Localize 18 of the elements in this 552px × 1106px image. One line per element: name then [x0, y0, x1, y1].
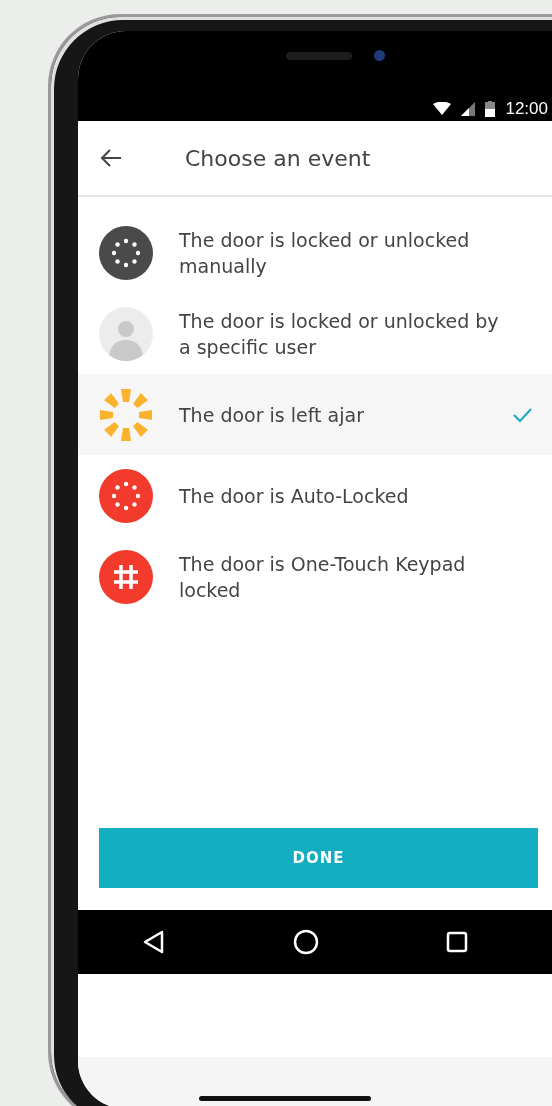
- speaker-grille: [286, 52, 352, 60]
- battery-icon: [485, 100, 496, 117]
- camera-lens: [374, 50, 385, 61]
- event-option[interactable]: The door is locked or unlocked manually: [78, 212, 552, 293]
- event-option[interactable]: The door is left ajar: [78, 374, 552, 455]
- event-option[interactable]: The door is locked or unlocked by a specific user: [78, 293, 552, 374]
- back-triangle-icon[interactable]: [141, 930, 166, 954]
- home-circle-icon[interactable]: [293, 929, 319, 955]
- clock-time: 12:00: [505, 98, 548, 119]
- checkmark-icon: [512, 406, 532, 423]
- back-arrow-icon[interactable]: [99, 148, 123, 168]
- overview-square-icon[interactable]: [446, 931, 469, 953]
- event-option[interactable]: The door is One-Touch Keypad locked: [78, 536, 552, 617]
- screen-title: Choose an event: [185, 145, 371, 171]
- event-option[interactable]: The door is Auto-Locked: [78, 455, 552, 536]
- user-avatar-icon: [99, 306, 153, 361]
- wifi-icon: [433, 101, 452, 116]
- signal-icon: [461, 101, 476, 116]
